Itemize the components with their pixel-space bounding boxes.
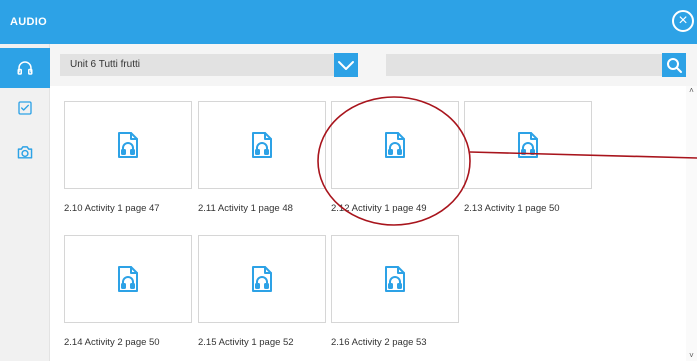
audio-tile[interactable] [198,235,326,323]
window-title: AUDIO [10,16,47,28]
audio-file-icon [118,266,138,292]
audio-tile[interactable] [331,101,459,189]
unit-select[interactable]: Unit 6 Tutti frutti [60,54,354,76]
audio-tile[interactable] [64,235,192,323]
toolbar: Unit 6 Tutti frutti [50,44,697,86]
close-button[interactable]: × [672,10,694,32]
unit-dropdown-button[interactable] [334,53,358,77]
audio-file-icon [518,132,538,158]
audio-tile[interactable] [198,101,326,189]
audio-tile-label: 2.13 Activity 1 page 50 [464,203,560,214]
audio-tile-label: 2.14 Activity 2 page 50 [64,337,160,348]
audio-tile-label: 2.11 Activity 1 page 48 [198,203,293,214]
sidebar-item-activities[interactable] [0,88,50,128]
sidebar [0,44,50,361]
audio-tile-label: 2.10 Activity 1 page 47 [64,203,160,214]
scroll-down-arrow[interactable]: ˅ [686,351,697,361]
chevron-down-icon [338,61,354,70]
audio-tile-label: 2.12 Activity 1 page 49 [331,203,427,214]
audio-grid: 2.10 Activity 1 page 47 2.11 Activity 1 p… [50,86,697,361]
close-icon: × [678,12,688,29]
audio-file-icon [118,132,138,158]
audio-file-icon [252,132,272,158]
checkbox-icon [18,101,32,115]
audio-file-icon [385,132,405,158]
search-button[interactable] [662,53,686,77]
title-bar: AUDIO × [0,0,697,44]
audio-file-icon [385,266,405,292]
audio-tile-label: 2.15 Activity 1 page 52 [198,337,294,348]
search-input[interactable] [386,54,662,76]
camera-icon [17,146,33,159]
audio-tile-label: 2.16 Activity 2 page 53 [331,337,427,348]
vertical-scrollbar[interactable]: ˄ ˅ [686,86,697,361]
audio-tile[interactable] [331,235,459,323]
audio-file-icon [252,266,272,292]
sidebar-item-photos[interactable] [0,132,50,172]
audio-tile[interactable] [464,101,592,189]
headphones-icon [17,61,33,75]
sidebar-item-audio[interactable] [0,48,50,88]
audio-tile[interactable] [64,101,192,189]
scroll-up-arrow[interactable]: ˄ [686,86,697,96]
search-icon [667,58,682,73]
